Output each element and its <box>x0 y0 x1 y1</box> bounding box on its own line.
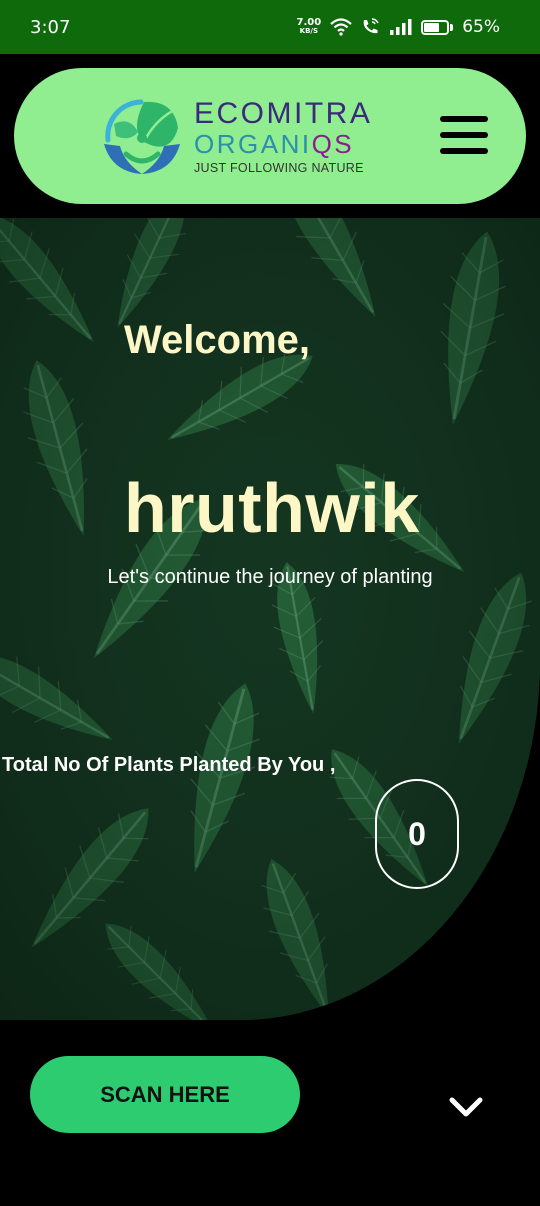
plants-count-label: Total No Of Plants Planted By You , <box>2 754 336 776</box>
brand-logo: ECOMITRA ORGANIQS JUST FOLLOWING NATURE <box>100 96 380 178</box>
logo-subtitle: ORGANIQS <box>194 130 372 158</box>
network-speed-value: 7.00 <box>296 17 322 28</box>
logo-tagline: JUST FOLLOWING NATURE <box>194 161 364 175</box>
hamburger-menu-icon[interactable] <box>440 116 488 154</box>
network-speed-unit: KB/S <box>299 27 319 35</box>
welcome-hero: Welcome, hruthwik Let's continue the jou… <box>0 218 540 1020</box>
plants-count-badge: 0 <box>375 779 459 889</box>
tagline-text: Let's continue the journey of planting <box>107 566 433 588</box>
welcome-heading: Welcome, <box>124 318 310 362</box>
wifi-call-icon <box>363 18 379 34</box>
status-time: 3:07 <box>30 16 71 38</box>
signal-icon <box>390 19 412 35</box>
scan-here-button[interactable]: SCAN HERE <box>30 1056 300 1133</box>
network-speed: 7.00 KB/S <box>297 18 322 36</box>
battery-percent: 65% <box>462 17 500 37</box>
status-bar: 3:07 7.00 KB/S 65% <box>0 0 540 54</box>
logo-subtitle-part-b: QS <box>311 129 355 159</box>
chevron-down-icon[interactable] <box>446 1090 486 1124</box>
username-heading: hruthwik <box>124 469 420 547</box>
logo-title: ECOMITRA <box>194 97 373 130</box>
logo-subtitle-part-a: ORGANI <box>194 129 312 159</box>
app-header: ECOMITRA ORGANIQS JUST FOLLOWING NATURE <box>14 68 526 204</box>
status-icons: 7.00 KB/S 65% <box>297 17 500 37</box>
battery-icon <box>421 19 454 35</box>
wifi-icon <box>330 18 352 36</box>
leaf-hands-logo-icon <box>104 99 180 174</box>
